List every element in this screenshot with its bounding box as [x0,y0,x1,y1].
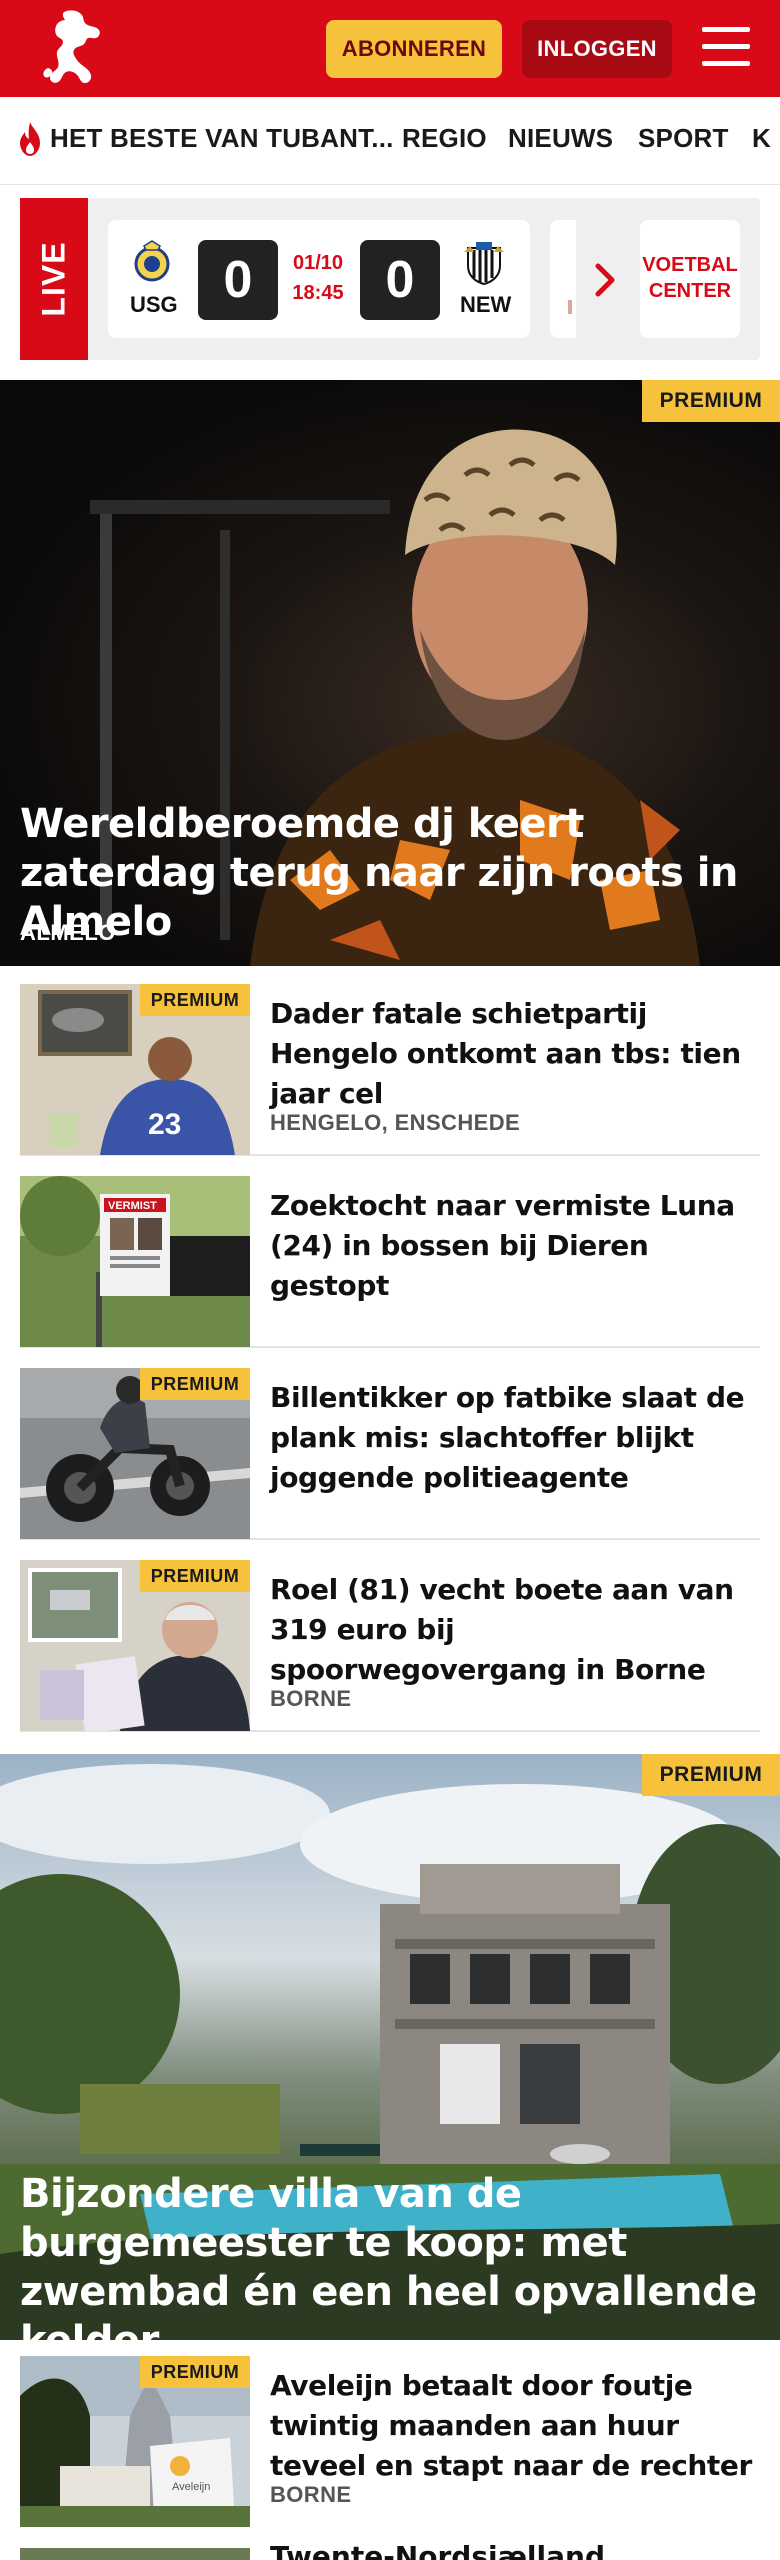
article-item[interactable]: PREMIUM Billentikker op fatbike slaat de… [20,1368,760,1540]
villa-article-title[interactable]: Bijzondere villa van de burgemeester te … [20,2170,760,2366]
nav-item-sport[interactable]: SPORT [638,123,729,154]
next-article-thumbnail [20,2548,250,2560]
match-time: 18:45 [292,282,344,304]
nav-item-regio[interactable]: REGIO [402,123,487,154]
article-location: HENGELO, ENSCHEDE [270,1110,521,1135]
next-article-title[interactable]: Twente-Nordsjælland [270,2540,760,2560]
article-title[interactable]: Aveleijn betaalt door foutje twintig maa… [270,2366,760,2486]
article-item[interactable]: Aveleijn PREMIUM Aveleijn betaalt door f… [20,2356,760,2528]
poster-label: VERMIST [108,1200,157,1212]
category-nav: HET BESTE VAN TUBANT... REGIO NIEUWS SPO… [0,97,780,185]
match-datetime: 01/10 18:45 [280,248,356,308]
away-score: 0 [360,240,440,320]
article-thumbnail: VERMIST [20,1176,250,1347]
article-thumbnail: 23 PREMIUM [20,984,250,1155]
home-team-name: USG [130,292,178,317]
article-title[interactable]: Dader fatale schietpartij Hengelo ontkom… [270,994,760,1114]
away-team-name: NEW [460,292,512,317]
site-header: ABONNEREN INLOGGEN [0,0,780,97]
article-location: BORNE [270,1686,352,1711]
article-title[interactable]: Roel (81) vecht boete aan van 319 euro b… [270,1570,760,1690]
hero-article-location: ALMELO [20,920,116,945]
hero-article-title[interactable]: Wereldberoemde dj keert zaterdag terug n… [20,800,740,947]
peek-divider [568,300,572,314]
nav-item-nieuws[interactable]: NIEUWS [508,123,613,154]
article-item[interactable]: VERMIST Zoektocht naar vermiste Luna (24… [20,1176,760,1348]
nav-item-best-of[interactable]: HET BESTE VAN TUBANT... [50,123,394,154]
live-tag: LIVE [20,198,88,360]
premium-badge: PREMIUM [140,984,250,1016]
article-title[interactable]: Zoektocht naar vermiste Luna (24) in bos… [270,1186,760,1306]
usg-club-crest-icon [134,240,170,282]
login-button[interactable]: INLOGGEN [522,20,672,78]
article-item[interactable]: PREMIUM Roel (81) vecht boete aan van 31… [20,1560,760,1732]
chevron-right-icon[interactable] [590,262,620,298]
home-score: 0 [198,240,278,320]
premium-badge: PREMIUM [642,1754,780,1796]
article-thumbnail: PREMIUM [20,1368,250,1539]
jersey-number: 23 [148,1108,181,1141]
flame-icon [20,122,40,156]
premium-badge: PREMIUM [140,2356,250,2388]
match-date: 01/10 [292,252,344,274]
tubantia-horse-logo-icon[interactable] [34,8,110,90]
voetbal-center-line2: CENTER [648,280,732,302]
aveleijn-sign-text: Aveleijn [172,2481,210,2493]
article-location: BORNE [270,2482,352,2507]
nav-item-cutoff[interactable]: K [752,123,771,154]
article-item[interactable]: 23 PREMIUM Dader fatale schietpartij Hen… [20,984,760,1156]
voetbal-center-link[interactable]: VOETBAL CENTER [640,252,740,304]
missing-poster-illustration: VERMIST [20,1176,250,1347]
premium-badge: PREMIUM [140,1368,250,1400]
newcastle-club-crest-icon [464,242,504,286]
article-thumbnail: PREMIUM [20,1560,250,1731]
next-match-card[interactable] [550,220,576,338]
article-thumbnail: Aveleijn PREMIUM [20,2356,250,2527]
hamburger-menu-icon[interactable] [702,25,750,69]
premium-badge: PREMIUM [140,1560,250,1592]
subscribe-button[interactable]: ABONNEREN [326,20,502,78]
article-title[interactable]: Billentikker op fatbike slaat de plank m… [270,1378,760,1498]
voetbal-center-line1: VOETBAL [642,254,738,276]
premium-badge: PREMIUM [642,380,780,422]
